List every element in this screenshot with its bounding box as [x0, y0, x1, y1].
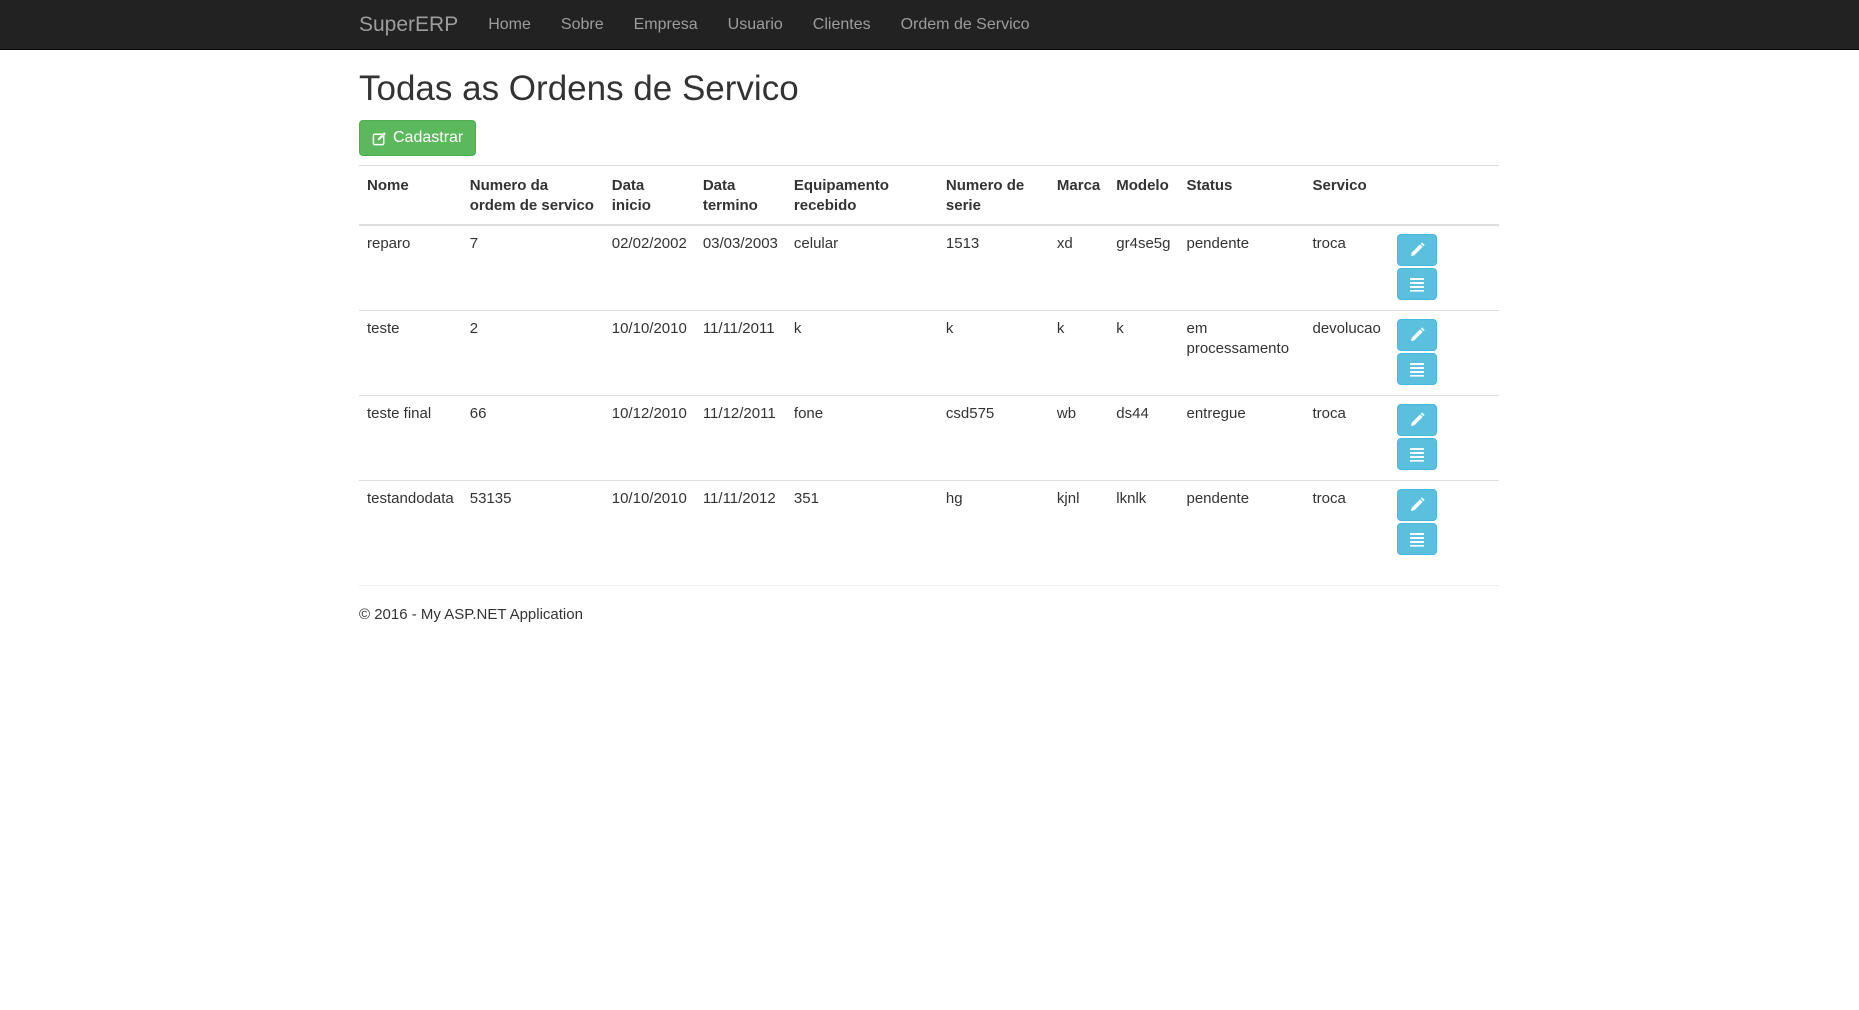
cell-modelo: lknlk	[1108, 479, 1179, 565]
row-actions	[1396, 488, 1491, 555]
cell-data-inicio: 10/12/2010	[603, 394, 695, 480]
cell-data-inicio: 02/02/2002	[603, 224, 695, 310]
cell-numero: 53135	[461, 479, 604, 565]
nav-link-usuario[interactable]: Usuario	[728, 16, 783, 34]
cell-equipamento: 351	[785, 479, 938, 565]
cell-serie: k	[937, 309, 1049, 395]
header-status: Status	[1178, 165, 1305, 226]
cell-modelo: ds44	[1108, 394, 1179, 480]
brand-link[interactable]: SuperERP	[359, 13, 458, 37]
header-servico: Servico	[1304, 165, 1389, 226]
cell-data-inicio: 10/10/2010	[603, 479, 695, 565]
cell-status: em processamento	[1178, 309, 1305, 395]
header-equipamento: Equipamento recebido	[785, 165, 938, 226]
cell-equipamento: celular	[785, 224, 938, 310]
cell-servico: troca	[1304, 479, 1389, 565]
cell-actions	[1388, 479, 1499, 565]
details-button[interactable]	[1396, 352, 1437, 385]
edit-button[interactable]	[1396, 318, 1437, 351]
list-icon	[1409, 362, 1424, 377]
header-numero: Numero da ordem de servico	[461, 165, 604, 226]
row-actions	[1396, 403, 1491, 470]
cell-status: pendente	[1178, 479, 1305, 565]
cell-numero: 66	[461, 394, 604, 480]
main-container: Todas as Ordens de Servico Cadastrar Nom…	[359, 49, 1499, 623]
details-button[interactable]	[1396, 268, 1437, 300]
nav-link-clientes[interactable]: Clientes	[813, 16, 871, 34]
create-button-label: Cadastrar	[393, 129, 464, 146]
table-header-row: Nome Numero da ordem de servico Data ini…	[359, 165, 1499, 226]
cell-modelo: k	[1108, 309, 1179, 395]
header-serie: Numero de serie	[937, 165, 1049, 226]
table-row: teste final 66 10/12/2010 11/12/2011 fon…	[359, 394, 1499, 480]
edit-button[interactable]	[1396, 488, 1437, 521]
create-button[interactable]: Cadastrar	[359, 120, 477, 156]
edit-square-icon	[372, 131, 386, 145]
page-title: Todas as Ordens de Servico	[359, 69, 799, 108]
cell-data-termino: 11/11/2012	[694, 479, 786, 565]
row-actions	[1396, 234, 1491, 300]
nav-link-home[interactable]: Home	[488, 16, 531, 34]
cell-serie: 1513	[937, 224, 1049, 310]
header-data-inicio: Data inicio	[603, 165, 695, 226]
pencil-icon	[1410, 411, 1425, 426]
details-button[interactable]	[1396, 522, 1437, 555]
list-icon	[1409, 532, 1424, 547]
pencil-icon	[1410, 496, 1425, 511]
details-button[interactable]	[1396, 437, 1437, 470]
cell-servico: troca	[1304, 224, 1389, 310]
cell-data-termino: 03/03/2003	[694, 224, 786, 310]
cell-data-inicio: 10/10/2010	[603, 309, 695, 395]
cell-equipamento: k	[785, 309, 938, 395]
navbar-content: SuperERP Home Sobre Empresa Usuario Clie…	[359, 0, 1060, 49]
footer-text: © 2016 - My ASP.NET Application	[359, 606, 583, 623]
edit-button[interactable]	[1396, 234, 1437, 266]
service-orders-table: Nome Numero da ordem de servico Data ini…	[359, 165, 1499, 565]
pencil-icon	[1410, 242, 1425, 256]
cell-nome: testandodata	[359, 479, 462, 565]
cell-status: pendente	[1178, 224, 1305, 310]
cell-servico: troca	[1304, 394, 1389, 480]
edit-button[interactable]	[1396, 403, 1437, 436]
header-modelo: Modelo	[1108, 165, 1179, 226]
cell-data-termino: 11/11/2011	[694, 309, 786, 395]
header-data-termino: Data termino	[694, 165, 786, 226]
cell-marca: xd	[1048, 224, 1109, 310]
cell-numero: 2	[461, 309, 604, 395]
header-nome: Nome	[359, 165, 462, 226]
cell-numero: 7	[461, 224, 604, 310]
row-actions	[1396, 318, 1491, 385]
nav-link-empresa[interactable]: Empresa	[634, 16, 698, 34]
cell-marca: wb	[1048, 394, 1109, 480]
cell-equipamento: fone	[785, 394, 938, 480]
cell-modelo: gr4se5g	[1108, 224, 1179, 310]
cell-marca: k	[1048, 309, 1109, 395]
cell-servico: devolucao	[1304, 309, 1389, 395]
cell-actions	[1388, 224, 1499, 310]
cell-serie: csd575	[937, 394, 1049, 480]
cell-nome: teste final	[359, 394, 462, 480]
list-icon	[1409, 447, 1424, 462]
table-row: testandodata 53135 10/10/2010 11/11/2012…	[359, 479, 1499, 565]
cell-actions	[1388, 394, 1499, 480]
nav-link-sobre[interactable]: Sobre	[561, 16, 604, 34]
top-navbar: SuperERP Home Sobre Empresa Usuario Clie…	[0, 0, 1859, 50]
table-row: teste 2 10/10/2010 11/11/2011 k k k k em…	[359, 309, 1499, 395]
cell-nome: teste	[359, 309, 462, 395]
table-row: reparo 7 02/02/2002 03/03/2003 celular 1…	[359, 224, 1499, 310]
pencil-icon	[1410, 326, 1425, 341]
cell-data-termino: 11/12/2011	[694, 394, 786, 480]
header-actions	[1388, 165, 1499, 226]
list-icon	[1409, 278, 1424, 292]
footer-divider	[359, 585, 1499, 586]
cell-actions	[1388, 309, 1499, 395]
nav-link-ordem-de-servico[interactable]: Ordem de Servico	[901, 16, 1030, 34]
cell-serie: hg	[937, 479, 1049, 565]
cell-status: entregue	[1178, 394, 1305, 480]
cell-nome: reparo	[359, 224, 462, 310]
cell-marca: kjnl	[1048, 479, 1109, 565]
header-marca: Marca	[1048, 165, 1109, 226]
